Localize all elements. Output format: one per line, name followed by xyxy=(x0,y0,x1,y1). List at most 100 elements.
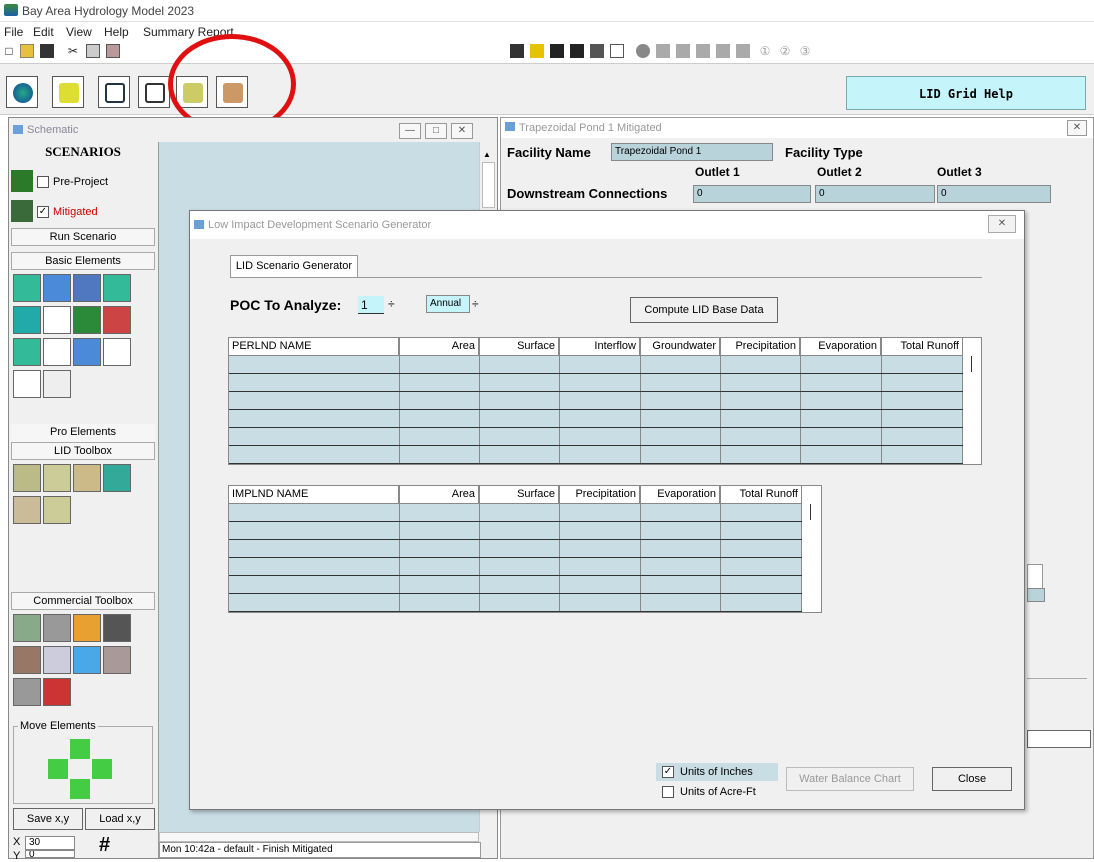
minimize-button[interactable]: — xyxy=(399,123,421,139)
menu-help[interactable]: Help xyxy=(104,25,129,39)
splitter-icon[interactable] xyxy=(103,338,131,366)
perlnd-table[interactable]: PERLND NAME Area Surface Interflow Groun… xyxy=(228,337,982,465)
water-balance-chart-button[interactable]: Water Balance Chart xyxy=(786,767,914,791)
x-coordinate-field[interactable]: 30 xyxy=(25,836,75,850)
mitigated-checkbox[interactable]: ✓ xyxy=(37,206,49,218)
y-coordinate-field[interactable]: 0 xyxy=(25,850,75,858)
pre-project-checkbox[interactable] xyxy=(37,176,49,188)
lid-grid-help-button[interactable]: LID Grid Help xyxy=(846,76,1086,110)
report-button[interactable] xyxy=(138,76,170,108)
tab-lid-scenario-generator[interactable]: LID Scenario Generator xyxy=(230,255,358,277)
downstream-outlet2-field[interactable]: 0 xyxy=(815,185,935,203)
bioretention-icon[interactable] xyxy=(13,464,41,492)
open-folder-icon[interactable] xyxy=(20,44,34,58)
trench-icon[interactable] xyxy=(13,496,41,524)
commercial6-icon[interactable] xyxy=(43,646,71,674)
planter-icon[interactable] xyxy=(73,464,101,492)
edit-icon[interactable] xyxy=(510,44,524,58)
implnd-scrollbar[interactable] xyxy=(802,486,821,612)
three-icon[interactable]: ③ xyxy=(798,44,812,58)
gisdata-button[interactable] xyxy=(52,76,84,108)
graph-icon[interactable] xyxy=(610,44,624,58)
globe-button[interactable] xyxy=(6,76,38,108)
close-dialog-button[interactable]: Close xyxy=(932,767,1012,791)
downstream-outlet3-field[interactable]: 0 xyxy=(937,185,1051,203)
dialog-close-icon[interactable]: ✕ xyxy=(988,215,1016,233)
tool4-icon[interactable] xyxy=(716,44,730,58)
paste-icon[interactable] xyxy=(106,44,120,58)
swale-lid-icon[interactable] xyxy=(103,464,131,492)
point-icon[interactable] xyxy=(13,370,41,398)
basin-icon[interactable] xyxy=(73,338,101,366)
save-icon[interactable] xyxy=(40,44,54,58)
tool-icon[interactable] xyxy=(656,44,670,58)
units-acreft-checkbox[interactable] xyxy=(662,786,674,798)
run-scenario-button[interactable]: Run Scenario xyxy=(11,228,155,246)
poc-input[interactable]: 1 xyxy=(358,296,384,314)
table-icon[interactable] xyxy=(590,44,604,58)
facility-close-button[interactable]: ✕ xyxy=(1067,120,1087,136)
run-icon[interactable] xyxy=(636,44,650,58)
menu-view[interactable]: View xyxy=(66,25,92,39)
commercial1-icon[interactable] xyxy=(13,614,41,642)
downstream-outlet1-field[interactable]: 0 xyxy=(693,185,811,203)
arrow-up-icon[interactable] xyxy=(70,739,90,759)
close-button[interactable]: ✕ xyxy=(451,123,473,139)
commercial5-icon[interactable] xyxy=(13,646,41,674)
commercial4-icon[interactable] xyxy=(103,614,131,642)
scroll-up-icon[interactable]: ▲ xyxy=(483,150,491,159)
arrow-right-icon[interactable] xyxy=(92,759,112,779)
commercial8-icon[interactable] xyxy=(103,646,131,674)
new-file-icon[interactable]: □ xyxy=(2,44,16,58)
bar-chart-button[interactable] xyxy=(98,76,130,108)
tool2-icon[interactable] xyxy=(676,44,690,58)
channel-icon[interactable] xyxy=(73,274,101,302)
vault-icon[interactable] xyxy=(43,338,71,366)
calculator-icon[interactable] xyxy=(43,370,71,398)
side-field[interactable] xyxy=(1027,588,1045,602)
pond-icon[interactable] xyxy=(43,274,71,302)
report-icon[interactable] xyxy=(530,44,544,58)
commercial9-icon[interactable] xyxy=(13,678,41,706)
commercial10-icon[interactable] xyxy=(43,678,71,706)
side-dropdown[interactable] xyxy=(1027,730,1091,748)
lake-icon[interactable] xyxy=(13,338,41,366)
roof-icon[interactable] xyxy=(103,274,131,302)
horizontal-scrollbar[interactable] xyxy=(159,832,479,842)
units-inches-checkbox[interactable]: ✓ xyxy=(662,766,674,778)
compute-lid-base-data-button[interactable]: Compute LID Base Data xyxy=(630,297,778,323)
tool5-icon[interactable] xyxy=(736,44,750,58)
copy-icon[interactable] xyxy=(86,44,100,58)
one-icon[interactable]: ① xyxy=(758,44,772,58)
save-xy-button[interactable]: Save x,y xyxy=(13,808,83,830)
implnd-table[interactable]: IMPLND NAME Area Surface Precipitation E… xyxy=(228,485,822,613)
rain-icon[interactable] xyxy=(13,274,41,302)
facility-name-field[interactable]: Trapezoidal Pond 1 xyxy=(611,143,773,161)
period-selector[interactable]: Annual xyxy=(426,295,470,313)
menu-edit[interactable]: Edit xyxy=(33,25,54,39)
tank-icon[interactable] xyxy=(43,306,71,334)
commercial2-icon[interactable] xyxy=(43,614,71,642)
perlnd-scrollbar[interactable] xyxy=(963,338,981,464)
cut-icon[interactable]: ✂ xyxy=(66,44,80,58)
menu-file[interactable]: File xyxy=(4,25,23,39)
tree-element-icon[interactable] xyxy=(13,306,41,334)
permeable-icon[interactable] xyxy=(43,464,71,492)
commercial7-icon[interactable] xyxy=(73,646,101,674)
print-icon[interactable] xyxy=(550,44,564,58)
swale-icon[interactable] xyxy=(73,306,101,334)
arrow-down-icon[interactable] xyxy=(70,779,90,799)
save-tool-icon[interactable] xyxy=(570,44,584,58)
arrow-left-icon[interactable] xyxy=(48,759,68,779)
graph-element-icon[interactable] xyxy=(103,306,131,334)
period-spinner-icon[interactable]: ÷ xyxy=(472,297,479,311)
scroll-thumb[interactable] xyxy=(482,162,495,208)
grid-hash-icon[interactable]: # xyxy=(99,834,110,857)
two-icon[interactable]: ② xyxy=(778,44,792,58)
poc-spinner-icon[interactable]: ÷ xyxy=(388,297,395,311)
tool3-icon[interactable] xyxy=(696,44,710,58)
load-xy-button[interactable]: Load x,y xyxy=(85,808,155,830)
commercial3-icon[interactable] xyxy=(73,614,101,642)
status-dropdown[interactable]: Mon 10:42a - default - Finish Mitigated xyxy=(159,842,481,858)
maximize-button[interactable]: □ xyxy=(425,123,447,139)
